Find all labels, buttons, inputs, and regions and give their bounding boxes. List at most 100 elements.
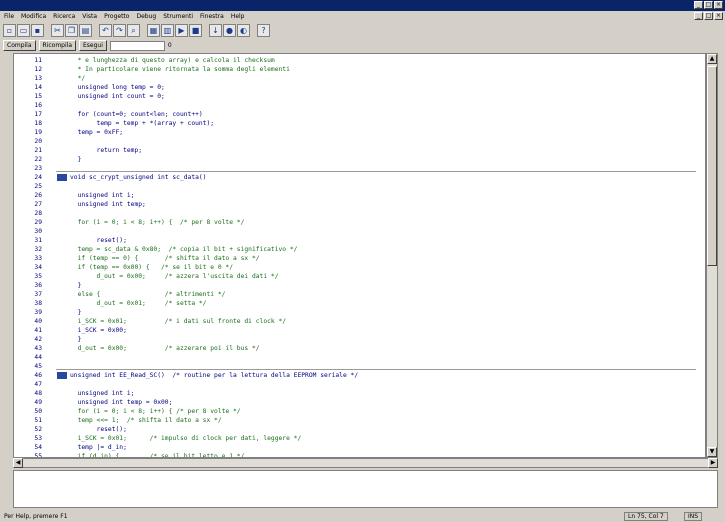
code-line[interactable]: 14 unsigned long temp = 0;	[14, 83, 694, 92]
output-panel[interactable]	[13, 470, 718, 508]
redo-icon[interactable]: ↷	[113, 23, 126, 37]
close-button[interactable]: ×	[714, 1, 723, 9]
code-line[interactable]: 46 unsigned int EE_Read_SC() /* routine p…	[14, 371, 694, 380]
code-line[interactable]: 54 temp |= d_in;	[14, 443, 694, 452]
run-icon[interactable]: ▶	[175, 23, 188, 37]
mdi-minimize-button[interactable]: _	[694, 12, 703, 20]
new-file-icon[interactable]: ▫	[3, 23, 16, 37]
maximize-button[interactable]: □	[704, 1, 713, 9]
scroll-left-icon[interactable]: ◀	[13, 458, 23, 468]
vertical-scrollbar[interactable]: ▲ ▼	[706, 53, 718, 458]
run-button[interactable]: Esegui	[79, 40, 107, 51]
code-line[interactable]: 30	[14, 227, 694, 236]
code-line[interactable]: 22 }	[14, 155, 694, 164]
code-line[interactable]: 35 d_out = 0x00; /* azzera l'uscita dei …	[14, 272, 694, 281]
code-line[interactable]: 37 else { /* altrimenti */	[14, 290, 694, 299]
menu-debug[interactable]: Debug	[135, 13, 157, 20]
code-line[interactable]: 52 reset();	[14, 425, 694, 434]
code-line[interactable]: 44	[14, 353, 694, 362]
menu-ricerca[interactable]: Ricerca	[52, 13, 76, 20]
code-text: d_out = 0x00; /* azzerare poi il bus */	[70, 345, 260, 352]
recompile-button[interactable]: Ricompila	[38, 40, 77, 51]
stop-icon[interactable]: ■	[189, 23, 202, 37]
breakpoint-icon[interactable]: ●	[223, 23, 236, 37]
function-marker-icon[interactable]	[57, 372, 67, 379]
code-line[interactable]: 15 unsigned int count = 0;	[14, 92, 694, 101]
help-icon[interactable]: ?	[257, 23, 270, 37]
code-line[interactable]: 19 temp = 0xFF;	[14, 128, 694, 137]
compile-button[interactable]: Compila	[3, 40, 36, 51]
find-icon[interactable]: ⌕	[127, 23, 140, 37]
function-marker-icon[interactable]	[57, 174, 67, 181]
line-number: 54	[34, 444, 42, 451]
command-field[interactable]	[109, 40, 165, 51]
step-icon[interactable]: ↓	[209, 23, 222, 37]
line-number: 49	[34, 399, 42, 406]
code-line[interactable]: 12 * In particolare viene ritornata la s…	[14, 65, 694, 74]
code-line[interactable]: 28	[14, 209, 694, 218]
menu-file[interactable]: File	[3, 13, 15, 20]
compile-icon[interactable]: ▦	[147, 23, 160, 37]
mdi-close-button[interactable]: ×	[714, 12, 723, 20]
code-line[interactable]: 17 for (count=0; count<len; count++)	[14, 110, 694, 119]
menu-modifica[interactable]: Modifica	[20, 13, 47, 20]
code-line[interactable]: 16	[14, 101, 694, 110]
mdi-restore-button[interactable]: □	[704, 12, 713, 20]
code-line[interactable]: 33 if (temp == 0) { /* shifta il dato a …	[14, 254, 694, 263]
code-text: */	[70, 75, 86, 82]
undo-icon[interactable]: ↶	[99, 23, 112, 37]
build-icon[interactable]: ▥	[161, 23, 174, 37]
menu-vista[interactable]: Vista	[81, 13, 98, 20]
code-line[interactable]: 18 temp = temp + *(array + count);	[14, 119, 694, 128]
code-line[interactable]: 50 for (i = 0; i < 8; i++) { /* per 8 vo…	[14, 407, 694, 416]
code-line[interactable]: 53 i_SCK = 0x01; /* impulso di clock per…	[14, 434, 694, 443]
code-line[interactable]: 26 unsigned int i;	[14, 191, 694, 200]
menu-strumenti[interactable]: Strumenti	[162, 13, 194, 20]
menu-finestra[interactable]: Finestra	[199, 13, 225, 20]
horizontal-scrollbar[interactable]: ◀ ▶	[13, 458, 718, 468]
code-line[interactable]: 38 d_out = 0x01; /* setta */	[14, 299, 694, 308]
paste-icon[interactable]: ▤	[79, 23, 92, 37]
cut-icon[interactable]: ✂	[51, 23, 64, 37]
code-editor[interactable]: 11 * e lunghezza di questo array) e calc…	[13, 53, 706, 458]
minimize-button[interactable]: _	[694, 1, 703, 9]
code-line[interactable]: 34 if (temp == 0x00) { /* se il bit e 0 …	[14, 263, 694, 272]
code-line[interactable]: 11 * e lunghezza di questo array) e calc…	[14, 56, 694, 65]
code-line[interactable]: 31 reset();	[14, 236, 694, 245]
copy-icon[interactable]: ❐	[65, 23, 78, 37]
code-line[interactable]: 43 d_out = 0x00; /* azzerare poi il bus …	[14, 344, 694, 353]
code-text: temp |= d_in;	[70, 444, 127, 451]
line-number: 51	[34, 417, 42, 424]
code-line[interactable]: 36 }	[14, 281, 694, 290]
line-number: 21	[34, 147, 42, 154]
code-line[interactable]: 51 temp <<= 1; /* shifta il dato a sx */	[14, 416, 694, 425]
scroll-up-icon[interactable]: ▲	[707, 54, 717, 64]
code-line[interactable]: 39 }	[14, 308, 694, 317]
code-line[interactable]: 47	[14, 380, 694, 389]
code-line[interactable]: 27 unsigned int temp;	[14, 200, 694, 209]
code-line[interactable]: 20	[14, 137, 694, 146]
scroll-right-icon[interactable]: ▶	[708, 458, 718, 468]
line-number: 39	[34, 309, 42, 316]
save-icon[interactable]: ▪	[31, 23, 44, 37]
menu-progetto[interactable]: Progetto	[103, 13, 130, 20]
line-number: 52	[34, 426, 42, 433]
open-file-icon[interactable]: ▭	[17, 23, 30, 37]
code-line[interactable]: 24 void sc_crypt_unsigned int sc_data()	[14, 173, 694, 182]
code-line[interactable]: 21 return temp;	[14, 146, 694, 155]
code-line[interactable]: 42 }	[14, 335, 694, 344]
code-line[interactable]: 13 */	[14, 74, 694, 83]
code-line[interactable]: 29 for (i = 0; i < 8; i++) { /* per 8 vo…	[14, 218, 694, 227]
code-line[interactable]: 25	[14, 182, 694, 191]
code-line[interactable]: 41 i_SCK = 0x00;	[14, 326, 694, 335]
code-text: unsigned long temp = 0;	[70, 84, 165, 91]
scroll-down-icon[interactable]: ▼	[707, 447, 717, 457]
code-line[interactable]: 32 temp = sc_data & 0x80; /* copia il bi…	[14, 245, 694, 254]
scroll-thumb[interactable]	[707, 66, 717, 266]
code-line[interactable]: 48 unsigned int i;	[14, 389, 694, 398]
watch-icon[interactable]: ◐	[237, 23, 250, 37]
line-number: 17	[34, 111, 42, 118]
menu-help[interactable]: Help	[230, 13, 246, 20]
code-line[interactable]: 49 unsigned int temp = 0x00;	[14, 398, 694, 407]
code-line[interactable]: 40 i_SCK = 0x01; /* i dati sul fronte di…	[14, 317, 694, 326]
